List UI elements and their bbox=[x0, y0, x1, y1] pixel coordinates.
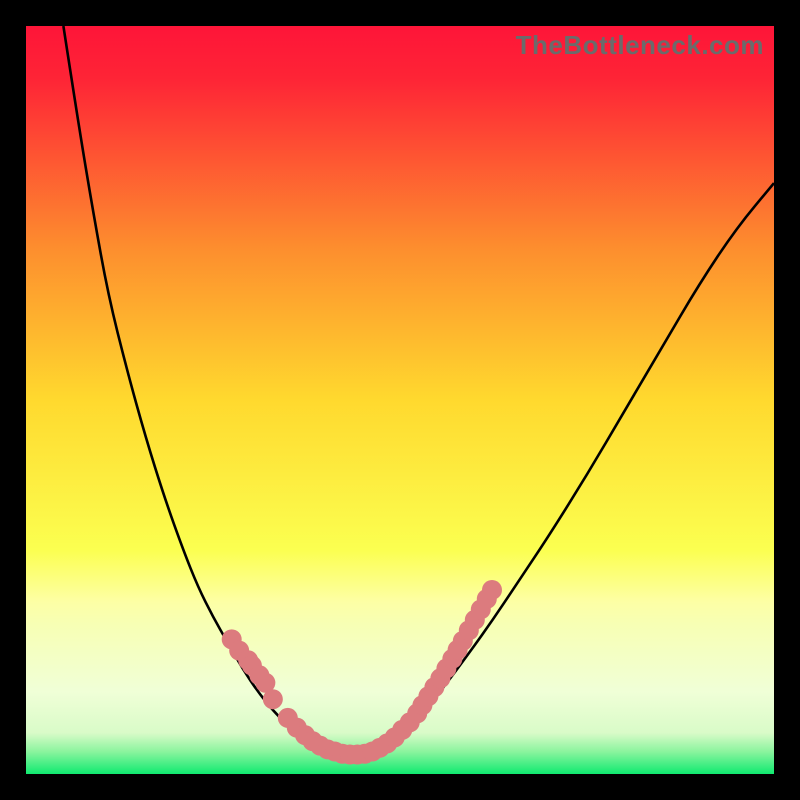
data-dot bbox=[263, 689, 283, 709]
watermark-label: TheBottleneck.com bbox=[516, 30, 764, 61]
data-dot bbox=[482, 580, 502, 600]
dots-group bbox=[222, 580, 502, 765]
dots-layer bbox=[26, 26, 774, 774]
chart-frame: TheBottleneck.com bbox=[0, 0, 800, 800]
plot-area: TheBottleneck.com bbox=[26, 26, 774, 774]
